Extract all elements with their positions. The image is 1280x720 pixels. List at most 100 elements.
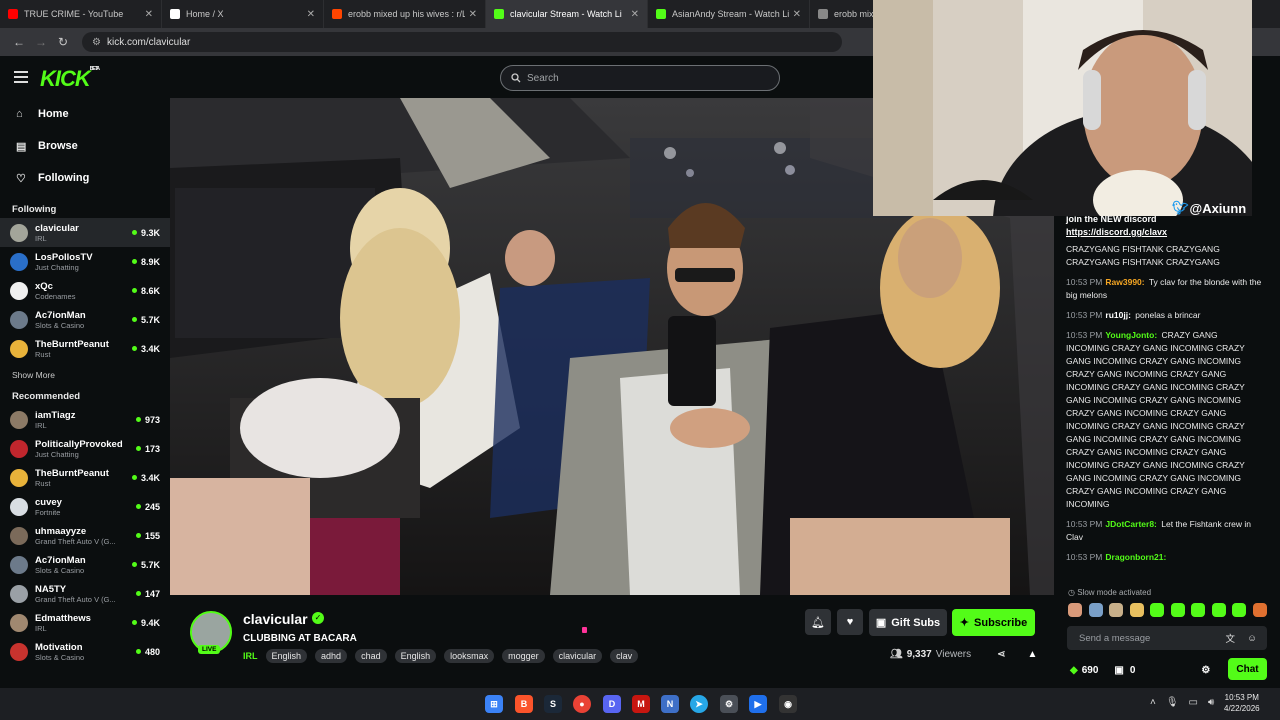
stream-tag[interactable]: adhd [315, 649, 348, 663]
emote-icon[interactable] [1170, 603, 1185, 617]
volume-icon[interactable]: 🔊︎ [1208, 697, 1214, 708]
back-icon[interactable]: ← [8, 35, 30, 49]
sidebar-channel[interactable]: NA5TY Grand Theft Auto V (G... 147 [0, 579, 170, 608]
app-icon[interactable]: ▶ [749, 695, 767, 713]
translate-icon[interactable]: 文 [1225, 631, 1235, 645]
sidebar-channel[interactable]: xQc Codenames 8.6K [0, 276, 170, 305]
emoji-icon[interactable]: ☺ [1247, 633, 1257, 644]
browser-tab[interactable]: clavicular Stream - Watch Li ✕ [486, 0, 648, 28]
chevron-up-icon[interactable]: ˄ [1150, 697, 1156, 708]
chat-username[interactable]: YoungJonto: [1105, 330, 1157, 340]
close-icon[interactable]: ✕ [793, 9, 801, 20]
browser-tab[interactable]: TRUE CRIME - YouTube ✕ [0, 0, 162, 28]
channel-category: Rust [35, 478, 51, 488]
category-link[interactable]: IRL [243, 651, 258, 661]
stream-tag[interactable]: clavicular [552, 649, 603, 663]
webcam-handle: 🐦︎ @Axiunn [1172, 200, 1247, 216]
close-icon[interactable]: ✕ [631, 9, 639, 20]
channel-category: Slots & Casino [35, 652, 85, 662]
chrome-icon[interactable]: ● [573, 695, 591, 713]
reload-icon[interactable]: ↻ [52, 35, 74, 49]
browser-tab[interactable]: erobb mixed up his wives : r/Liv ✕ [324, 0, 486, 28]
following-heading: Following [12, 203, 57, 215]
bell-icon: 🔔︎ [811, 616, 825, 629]
channel-name[interactable]: clavicular [243, 611, 308, 627]
sidebar-nav-browse[interactable]: ▤ Browse [0, 130, 170, 162]
share-icon[interactable]: ⋖ [997, 649, 1005, 660]
settings-app-icon[interactable]: ⚙ [720, 695, 738, 713]
address-bar[interactable]: ⚙ kick.com/clavicular [82, 32, 842, 52]
emote-icon[interactable] [1088, 603, 1103, 617]
emote-icon[interactable] [1129, 603, 1144, 617]
close-icon[interactable]: ✕ [469, 9, 477, 20]
chat-username[interactable]: Raw3990: [1105, 277, 1144, 287]
gift-icon: ▣ [1114, 664, 1124, 676]
subscribe-button[interactable]: ✦ Subscribe [952, 609, 1035, 636]
emote-icon[interactable] [1109, 603, 1123, 617]
gmail-icon[interactable]: M [632, 695, 650, 713]
chat-send-button[interactable]: Chat [1228, 658, 1267, 680]
search-input[interactable]: Search [500, 65, 780, 91]
site-info-icon[interactable]: ⚙ [92, 37, 101, 48]
sidebar-channel[interactable]: iamTiagz IRL 973 [0, 405, 170, 434]
follow-button[interactable]: ♥ [837, 609, 863, 635]
stream-tag[interactable]: clav [610, 649, 639, 663]
sidebar-channel[interactable]: TheBurntPeanut Rust 3.4K [0, 463, 170, 492]
emote-icon[interactable] [1252, 603, 1267, 617]
emote-icon[interactable] [1150, 603, 1164, 617]
stream-tag[interactable]: English [265, 649, 308, 663]
channel-category: IRL [35, 233, 47, 243]
sidebar-channel[interactable]: Ac7ionMan Slots & Casino 5.7K [0, 305, 170, 334]
emote-icon[interactable] [1211, 603, 1226, 617]
menu-icon[interactable] [14, 71, 28, 86]
gift-subs-button[interactable]: ▣ Gift Subs [869, 609, 947, 636]
chat-message: 10:53 PM ru10jj: ponelas a brincar [1066, 309, 1262, 322]
sidebar-nav-home[interactable]: ⌂ Home [0, 98, 170, 130]
close-icon[interactable]: ✕ [145, 9, 153, 20]
channel-category: Fortnite [35, 507, 61, 517]
emote-icon[interactable] [1191, 603, 1205, 617]
sidebar-channel[interactable]: Motivation Slots & Casino 480 [0, 637, 170, 666]
webcam-frame [873, 0, 1252, 216]
sidebar-channel[interactable]: PoliticallyProvoked Just Chatting 173 [0, 434, 170, 463]
system-clock[interactable]: 10:53 PM 4/22/2026 [1224, 692, 1260, 714]
sidebar-channel[interactable]: cuvey Fortnite 245 [0, 492, 170, 521]
browser-tab[interactable]: AsianAndy Stream - Watch Live ✕ [648, 0, 810, 28]
notification-bell-button[interactable]: 🔔︎ [805, 609, 831, 635]
discord-link[interactable]: https://discord.gg/clavx [1066, 226, 1167, 239]
brave-browser-icon[interactable]: B [515, 695, 533, 713]
stream-tag[interactable]: looksmax [444, 649, 495, 663]
network-icon[interactable]: ▭ [1189, 697, 1198, 708]
sidebar-channel[interactable]: LosPollosTV Just Chatting 8.9K [0, 247, 170, 276]
steam-icon[interactable]: S [544, 695, 562, 713]
emote-icon[interactable] [1068, 603, 1082, 617]
stream-tag[interactable]: English [394, 649, 437, 663]
chat-input[interactable]: Send a message 文 ☺ [1067, 626, 1267, 650]
forward-icon[interactable]: → [30, 35, 52, 49]
sidebar-channel[interactable]: TheBurntPeanut Rust 3.4K [0, 334, 170, 363]
discord-icon[interactable]: D [603, 695, 621, 713]
sidebar-nav-following[interactable]: ♡ Following [0, 162, 170, 194]
show-more-link[interactable]: Show More [0, 363, 170, 387]
kick-logo[interactable]: KICKBETA [40, 66, 100, 92]
notepad-icon[interactable]: N [661, 695, 679, 713]
obs-icon[interactable]: ◉ [779, 695, 797, 713]
chat-username[interactable]: JDotCarter8: [1105, 519, 1157, 529]
microphone-icon[interactable]: 🎙︎ [1166, 697, 1179, 708]
viewer-count: 173 [136, 444, 160, 454]
chat-username[interactable]: Dragonborn21: [1105, 552, 1166, 562]
stream-tag[interactable]: mogger [502, 649, 545, 663]
browser-tab[interactable]: Home / X ✕ [162, 0, 324, 28]
report-icon[interactable]: ▲ [1028, 649, 1038, 660]
close-icon[interactable]: ✕ [307, 9, 315, 20]
sidebar-channel[interactable]: Edmatthews IRL 9.4K [0, 608, 170, 637]
stream-tag[interactable]: chad [355, 649, 387, 663]
sidebar-channel[interactable]: clavicular IRL 9.3K [0, 218, 170, 247]
start-icon[interactable]: ⊞ [485, 695, 503, 713]
sidebar-channel[interactable]: Ac7ionMan Slots & Casino 5.7K [0, 550, 170, 579]
chat-username[interactable]: ru10jj: [1105, 310, 1131, 320]
sidebar-channel[interactable]: uhmaayyze Grand Theft Auto V (G... 155 [0, 521, 170, 550]
telegram-icon[interactable]: ➤ [690, 695, 708, 713]
settings-icon[interactable]: ⚙ [1201, 665, 1210, 676]
emote-icon[interactable] [1232, 603, 1246, 617]
